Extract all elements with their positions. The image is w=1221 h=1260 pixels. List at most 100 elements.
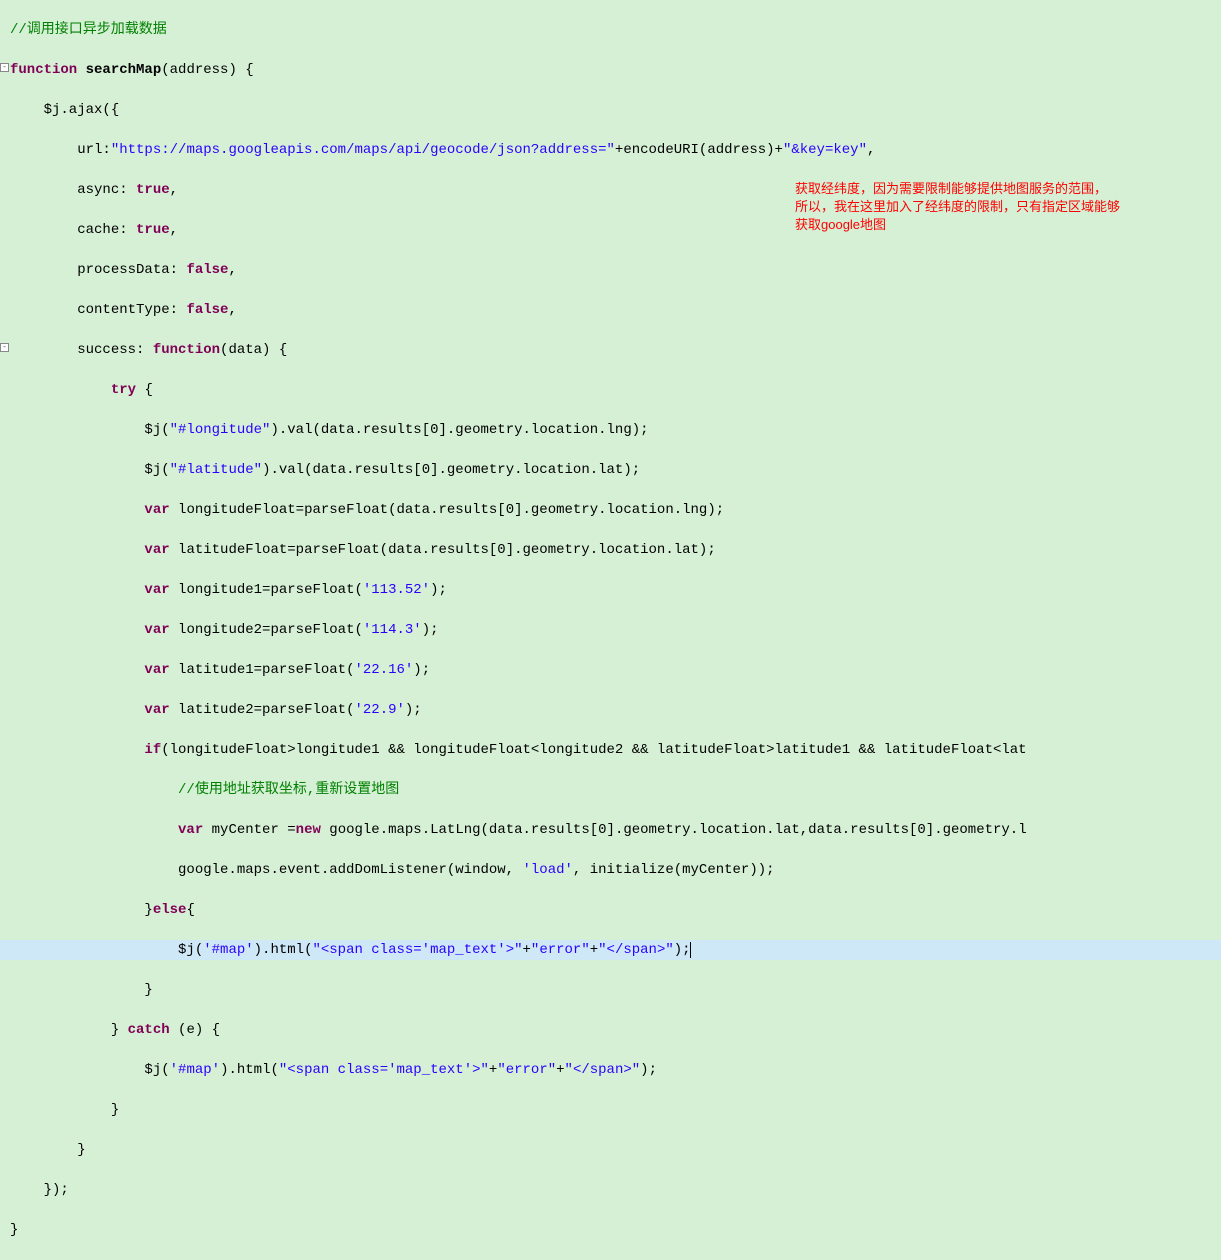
code-text: $j(: [10, 942, 203, 958]
code-text: latitude2=parseFloat(: [170, 702, 355, 718]
code-text: );: [640, 1062, 657, 1078]
code-text: longitude1=parseFloat(: [170, 582, 363, 598]
string-literal: '22.16': [354, 662, 413, 678]
code-line[interactable]: }: [0, 1220, 1221, 1240]
keyword: var: [144, 502, 169, 518]
code-text: ).val(data.results[0].geometry.location.…: [270, 422, 648, 438]
code-line[interactable]: }: [0, 1140, 1221, 1160]
keyword: var: [144, 582, 169, 598]
code-text: {: [136, 382, 153, 398]
code-text: longitudeFloat=parseFloat(data.results[0…: [170, 502, 725, 518]
keyword: if: [144, 742, 161, 758]
code-line[interactable]: - success: function(data) {: [0, 340, 1221, 360]
comment-text: //调用接口异步加载数据: [10, 22, 167, 38]
code-text: ,: [228, 302, 236, 318]
code-text: ,: [228, 262, 236, 278]
code-line[interactable]: $j("#longitude").val(data.results[0].geo…: [0, 420, 1221, 440]
code-text: [10, 622, 144, 638]
code-text: $j.ajax({: [10, 102, 119, 118]
code-line[interactable]: $j.ajax({: [0, 100, 1221, 120]
code-line-current[interactable]: $j('#map').html("<span class='map_text'>…: [0, 940, 1221, 960]
code-line[interactable]: });: [0, 1180, 1221, 1200]
string-literal: 'load': [522, 862, 572, 878]
code-text: }: [10, 1102, 119, 1118]
code-text: , initialize(myCenter));: [573, 862, 775, 878]
code-line[interactable]: $j('#map').html("<span class='map_text'>…: [0, 1060, 1221, 1080]
code-text: [10, 782, 178, 798]
code-text: }: [10, 1222, 18, 1238]
string-literal: "<span class='map_text'>": [279, 1062, 489, 1078]
code-text: [10, 702, 144, 718]
code-line[interactable]: var latitude1=parseFloat('22.16');: [0, 660, 1221, 680]
code-text: ).html(: [220, 1062, 279, 1078]
comment-text: //使用地址获取坐标,重新设置地图: [178, 782, 399, 798]
string-literal: "<span class='map_text'>": [312, 942, 522, 958]
code-line[interactable]: //调用接口异步加载数据: [0, 20, 1221, 40]
code-line[interactable]: var longitudeFloat=parseFloat(data.resul…: [0, 500, 1221, 520]
code-line[interactable]: var myCenter =new google.maps.LatLng(dat…: [0, 820, 1221, 840]
keyword: var: [144, 542, 169, 558]
keyword: true: [136, 182, 170, 198]
code-line[interactable]: contentType: false,: [0, 300, 1221, 320]
function-name: searchMap: [77, 62, 161, 78]
code-line[interactable]: } catch (e) {: [0, 1020, 1221, 1040]
code-line[interactable]: google.maps.event.addDomListener(window,…: [0, 860, 1221, 880]
string-literal: "error": [531, 942, 590, 958]
code-text: ,: [170, 222, 178, 238]
keyword: true: [136, 222, 170, 238]
annotation-line: 获取经纬度，因为需要限制能够提供地图服务的范围，: [795, 180, 1120, 198]
fold-toggle[interactable]: -: [0, 343, 9, 352]
code-text: contentType:: [10, 302, 186, 318]
code-text: (e) {: [170, 1022, 220, 1038]
code-text: );: [413, 662, 430, 678]
code-text: +: [523, 942, 531, 958]
string-literal: '114.3': [363, 622, 422, 638]
code-text: latitude1=parseFloat(: [170, 662, 355, 678]
code-line[interactable]: var latitude2=parseFloat('22.9');: [0, 700, 1221, 720]
string-literal: "#longitude": [170, 422, 271, 438]
code-line[interactable]: }else{: [0, 900, 1221, 920]
code-line[interactable]: var longitude1=parseFloat('113.52');: [0, 580, 1221, 600]
code-text: }: [10, 1142, 86, 1158]
code-line[interactable]: $j("#latitude").val(data.results[0].geom…: [0, 460, 1221, 480]
code-text: +: [489, 1062, 497, 1078]
keyword: try: [111, 382, 136, 398]
code-line[interactable]: }: [0, 1100, 1221, 1120]
code-text: url:: [10, 142, 111, 158]
string-literal: '#map': [170, 1062, 220, 1078]
annotation-line: 所以，我在这里加入了经纬度的限制，只有指定区域能够: [795, 198, 1120, 216]
code-text: ,: [170, 182, 178, 198]
text-cursor: [690, 942, 691, 958]
code-text: +encodeURI(address)+: [615, 142, 783, 158]
code-line[interactable]: var latitudeFloat=parseFloat(data.result…: [0, 540, 1221, 560]
code-text: success:: [10, 342, 153, 358]
code-line[interactable]: -function searchMap(address) {: [0, 60, 1221, 80]
code-text: processData:: [10, 262, 186, 278]
code-text: }: [10, 982, 153, 998]
code-line[interactable]: processData: false,: [0, 260, 1221, 280]
string-literal: "error": [497, 1062, 556, 1078]
code-text: );: [430, 582, 447, 598]
annotation-overlay: 获取经纬度，因为需要限制能够提供地图服务的范围， 所以，我在这里加入了经纬度的限…: [795, 180, 1120, 234]
code-line[interactable]: url:"https://maps.googleapis.com/maps/ap…: [0, 140, 1221, 160]
code-line[interactable]: //使用地址获取坐标,重新设置地图: [0, 780, 1221, 800]
keyword: catch: [128, 1022, 170, 1038]
code-text: {: [186, 902, 194, 918]
keyword: function: [10, 62, 77, 78]
code-line[interactable]: try {: [0, 380, 1221, 400]
code-line[interactable]: }: [0, 980, 1221, 1000]
code-text: [10, 822, 178, 838]
string-literal: "</span>": [598, 942, 674, 958]
fold-toggle[interactable]: -: [0, 63, 9, 72]
code-text: latitudeFloat=parseFloat(data.results[0]…: [170, 542, 716, 558]
code-line[interactable]: var longitude2=parseFloat('114.3');: [0, 620, 1221, 640]
code-text: ,: [867, 142, 875, 158]
code-text: $j(: [10, 1062, 170, 1078]
code-text: [10, 742, 144, 758]
code-text: [10, 542, 144, 558]
code-text: [10, 502, 144, 518]
code-text: });: [10, 1182, 69, 1198]
string-literal: "</span>": [565, 1062, 641, 1078]
code-line[interactable]: if(longitudeFloat>longitude1 && longitud…: [0, 740, 1221, 760]
code-text: (data) {: [220, 342, 287, 358]
